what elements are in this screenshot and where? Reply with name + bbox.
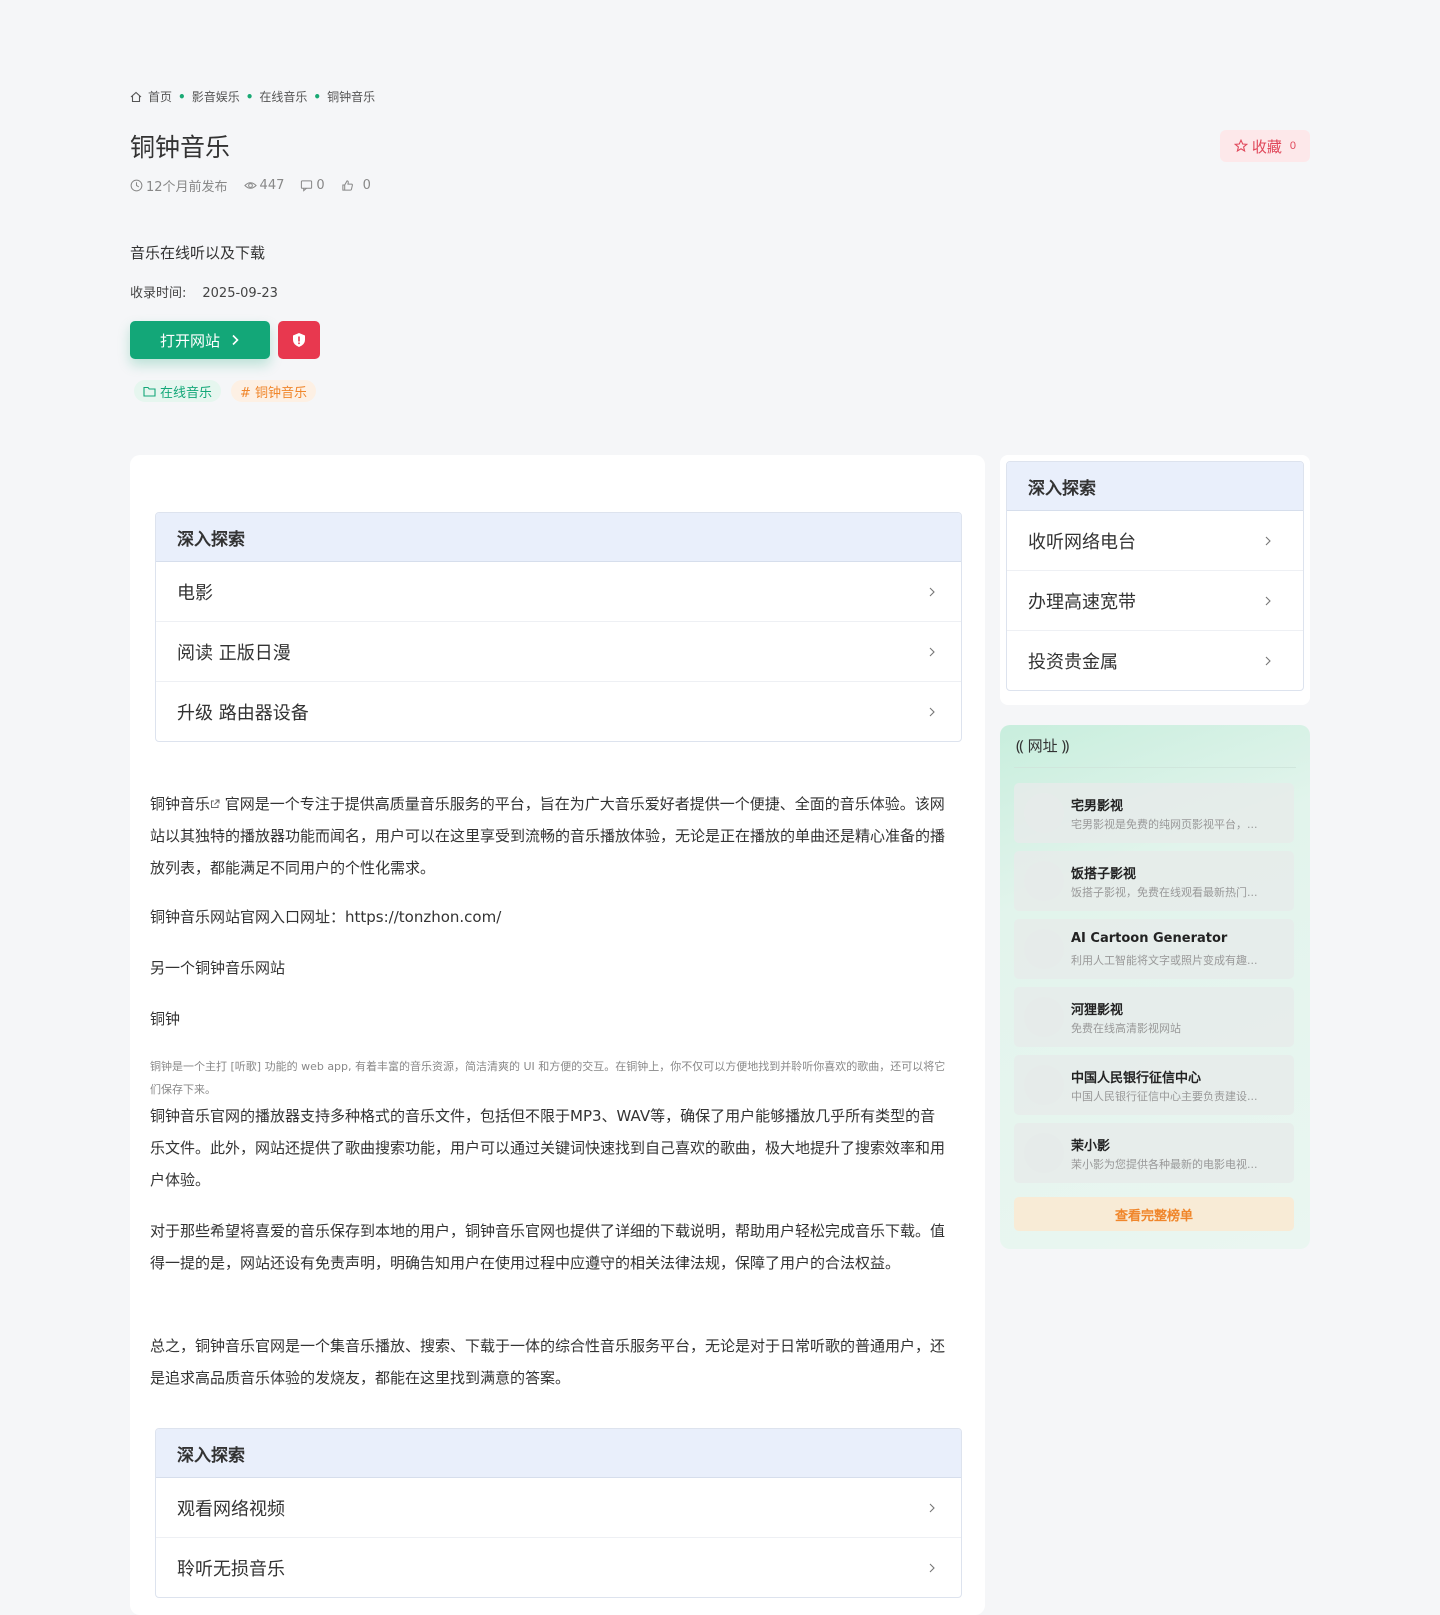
view-full-ranking-button[interactable]: 查看完整榜单 [1014,1197,1294,1231]
clock-icon [130,179,143,192]
sidebar-explore-item[interactable]: 办理高速宽带 [1007,571,1303,631]
breadcrumb-sep: • [178,89,186,104]
site-item[interactable]: 中国人民银行征信中心 中国人民银行征信中心主要负责建设... [1014,1055,1294,1115]
site-description: 音乐在线听以及下载 [130,244,266,262]
comment-count: 0 [300,178,325,193]
like-count[interactable]: 0 [341,178,371,193]
article-paragraph-7: 总之，铜钟音乐官网是一个集音乐播放、搜索、下载于一体的综合性音乐服务平台，无论是… [150,1337,946,1387]
article-card: 深入探索 电影 阅读 正版日漫 升级 路由器设备 铜钟音乐 官网是一个专注于提供… [130,455,985,1615]
breadcrumb-current: 铜钟音乐 [327,90,376,104]
chevron-right-icon [1265,536,1271,545]
breadcrumb: 首页 • 影音娱乐 • 在线音乐 • 铜钟音乐 [130,88,375,105]
site-avatar [1024,861,1064,901]
site-avatar [1024,1065,1064,1105]
explore-item[interactable]: 观看网络视频 [156,1478,961,1538]
star-icon [1233,139,1248,153]
sidebar-explore-item[interactable]: 收听网络电台 [1007,511,1303,571]
laurel-left-icon: ⸨ [1016,736,1024,755]
chevron-right-icon [929,1503,935,1512]
explore-item[interactable]: 电影 [156,562,961,622]
explore-box-bottom: 深入探索 观看网络视频 聆听无损音乐 [155,1428,962,1598]
breadcrumb-sep: • [245,89,254,104]
site-link[interactable]: 铜钟音乐 [150,795,210,813]
site-item[interactable]: 茉小影 茉小影为您提供各种最新的电影电视... [1014,1123,1294,1183]
chevron-right-icon [929,707,935,716]
sidebar-sites-card: ⸨ 网址 ⸩ 宅男影视 宅男影视是免费的纯网页影视平台，... 饭搭子影视 饭搭… [1000,725,1310,1249]
article-paragraph-2: 铜钟音乐网站官网入口网址：https://tonzhon.com/ [150,908,502,926]
comment-icon [301,180,313,192]
explore-box-top: 深入探索 电影 阅读 正版日漫 升级 路由器设备 [155,512,962,742]
site-avatar [1024,1133,1064,1173]
breadcrumb-category[interactable]: 影音娱乐 [192,88,240,105]
category-tag[interactable]: 在线音乐 [134,380,222,402]
page-title: 铜钟音乐 [130,133,231,162]
article-paragraph-1: 铜钟音乐 官网是一个专注于提供高质量音乐服务的平台，旨在为广大音乐爱好者提供一个… [150,795,946,877]
site-avatar [1024,793,1064,833]
chevron-right-icon [232,334,239,346]
divider [1014,767,1296,768]
explore-item[interactable]: 聆听无损音乐 [156,1538,961,1597]
explore-item[interactable]: 阅读 正版日漫 [156,622,961,682]
article-paragraph-4: 铜钟 [150,1010,181,1028]
sidebar-explore-card: 深入探索 收听网络电台 办理高速宽带 投资贵金属 [1000,455,1310,705]
article-paragraph-6: 对于那些希望将喜爱的音乐保存到本地的用户，铜钟音乐官网也提供了详细的下载说明，帮… [150,1222,946,1272]
sidebar-explore-title: 深入探索 [1007,462,1303,511]
shield-icon [293,333,305,347]
breadcrumb-subcategory[interactable]: 在线音乐 [259,88,307,105]
sidebar-explore-box: 深入探索 收听网络电台 办理高速宽带 投资贵金属 [1006,461,1304,691]
publish-time: 12个月前发布 [130,176,228,195]
external-link-icon [211,799,220,808]
keyword-tag[interactable]: # 铜钟音乐 [231,380,317,402]
article-paragraph-5: 铜钟音乐官网的播放器支持多种格式的音乐文件，包括但不限于MP3、WAV等，确保了… [150,1107,946,1189]
eye-icon [243,182,257,189]
quoted-note: 铜钟是一个主打 [听歌] 功能的 web app, 有着丰富的音乐资源，简洁清爽… [150,1060,946,1096]
explore-title: 深入探索 [156,1429,961,1478]
explore-title: 深入探索 [156,513,961,562]
favorite-label: 收藏 [1251,138,1282,156]
breadcrumb-sep: • [313,89,322,104]
sidebar-explore-item[interactable]: 投资贵金属 [1007,631,1303,690]
favorite-button[interactable]: 收藏 0 [1219,130,1310,162]
report-button[interactable] [278,321,320,359]
tag-list: 在线音乐 # 铜钟音乐 [134,380,317,402]
chevron-right-icon [929,587,935,596]
site-avatar [1024,929,1064,969]
favorite-count: 0 [1289,140,1296,152]
sites-title: ⸨ 网址 ⸩ [1016,736,1070,756]
site-item[interactable]: AI Cartoon Generator 利用人工智能将文字或照片变成有趣... [1014,919,1294,979]
chevron-right-icon [1265,656,1271,665]
site-item[interactable]: 宅男影视 宅男影视是免费的纯网页影视平台，... [1014,783,1294,843]
post-meta: 12个月前发布 447 0 0 [130,176,371,195]
chevron-right-icon [1265,596,1271,605]
site-item[interactable]: 饭搭子影视 饭搭子影视，免费在线观看最新热门... [1014,851,1294,911]
breadcrumb-home[interactable]: 首页 [148,88,172,105]
site-item[interactable]: 河狸影视 免费在线高清影视网站 [1014,987,1294,1047]
thumbs-up-icon [342,180,353,191]
explore-item[interactable]: 升级 路由器设备 [156,682,961,741]
folder-icon [143,386,156,397]
home-icon [130,91,142,102]
site-avatar [1024,997,1064,1037]
article-paragraph-3: 另一个铜钟音乐网站 [150,959,286,977]
view-count: 447 [243,178,284,193]
open-website-button[interactable]: 打开网站 [130,321,270,359]
laurel-right-icon: ⸩ [1061,736,1070,755]
chevron-right-icon [929,647,935,656]
chevron-right-icon [929,1563,935,1572]
record-time: 收录时间: 2025-09-23 [130,286,278,301]
